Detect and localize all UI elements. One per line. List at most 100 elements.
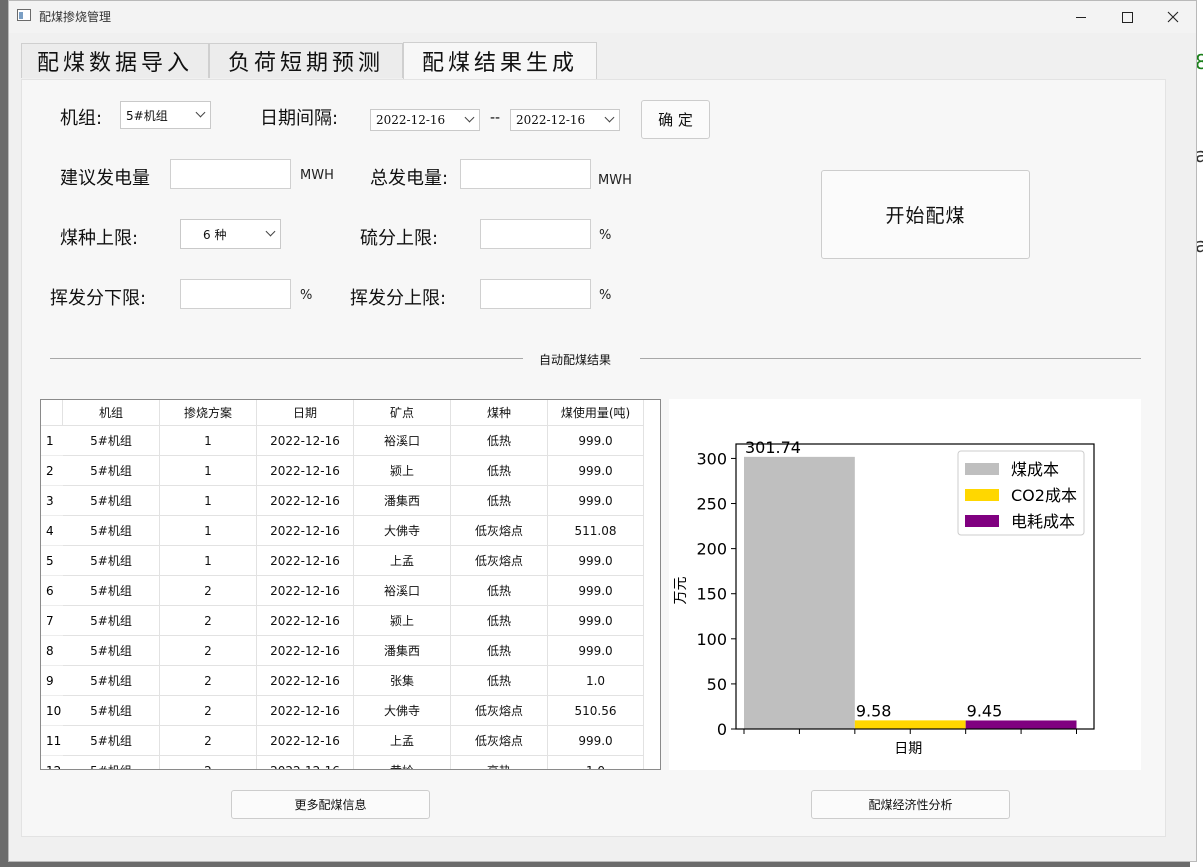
- table-cell[interactable]: 2: [160, 636, 257, 666]
- table-cell[interactable]: 2022-12-16: [257, 696, 354, 726]
- row-number[interactable]: 5: [41, 546, 63, 576]
- table-cell[interactable]: 999.0: [548, 576, 644, 606]
- table-cell[interactable]: 低热: [451, 666, 548, 696]
- minimize-button[interactable]: [1058, 1, 1104, 33]
- row-number[interactable]: 2: [41, 456, 63, 486]
- table-cell[interactable]: 1: [160, 426, 257, 456]
- suggest-power-input[interactable]: [170, 159, 291, 189]
- row-number[interactable]: 6: [41, 576, 63, 606]
- table-cell[interactable]: 1: [160, 546, 257, 576]
- table-cell[interactable]: 高热: [451, 756, 548, 769]
- table-cell[interactable]: 2022-12-16: [257, 576, 354, 606]
- coal-types-select[interactable]: 6 种: [180, 219, 281, 249]
- row-number[interactable]: 11: [41, 726, 63, 756]
- table-cell[interactable]: 上孟: [354, 546, 451, 576]
- table-cell[interactable]: 2022-12-16: [257, 756, 354, 769]
- row-number[interactable]: 8: [41, 636, 63, 666]
- table-cell[interactable]: 2: [160, 726, 257, 756]
- table-cell[interactable]: 5#机组: [63, 666, 160, 696]
- tab-blend-result[interactable]: 配煤结果生成: [403, 42, 597, 79]
- tab-load-forecast[interactable]: 负荷短期预测: [209, 43, 403, 78]
- row-number[interactable]: 4: [41, 516, 63, 546]
- more-info-button[interactable]: 更多配煤信息: [231, 790, 430, 819]
- maximize-button[interactable]: [1104, 1, 1150, 33]
- table-cell[interactable]: 黄岭: [354, 756, 451, 769]
- title-bar[interactable]: 配煤掺烧管理: [9, 1, 1196, 33]
- table-cell[interactable]: 5#机组: [63, 516, 160, 546]
- table-cell[interactable]: 2022-12-16: [257, 486, 354, 516]
- table-cell[interactable]: 低灰熔点: [451, 516, 548, 546]
- table-cell[interactable]: 2022-12-16: [257, 666, 354, 696]
- table-cell[interactable]: 5#机组: [63, 486, 160, 516]
- table-cell[interactable]: 2022-12-16: [257, 456, 354, 486]
- table-cell[interactable]: 颍上: [354, 606, 451, 636]
- table-cell[interactable]: 2022-12-16: [257, 426, 354, 456]
- table-cell[interactable]: 2022-12-16: [257, 606, 354, 636]
- table-cell[interactable]: 潘集西: [354, 486, 451, 516]
- table-cell[interactable]: 上孟: [354, 726, 451, 756]
- date-to-picker[interactable]: 2022-12-16: [510, 109, 620, 131]
- table-cell[interactable]: 2022-12-16: [257, 726, 354, 756]
- column-header[interactable]: 煤使用量(吨): [548, 400, 644, 426]
- table-cell[interactable]: 1.0: [548, 666, 644, 696]
- economic-analysis-button[interactable]: 配煤经济性分析: [811, 790, 1010, 819]
- table-cell[interactable]: 1: [160, 456, 257, 486]
- row-number[interactable]: 10: [41, 696, 63, 726]
- table-cell[interactable]: 大佛寺: [354, 516, 451, 546]
- column-header[interactable]: 机组: [63, 400, 160, 426]
- table-cell[interactable]: 999.0: [548, 726, 644, 756]
- table-cell[interactable]: 5#机组: [63, 696, 160, 726]
- start-blending-button[interactable]: 开始配煤: [821, 170, 1030, 259]
- row-number[interactable]: 7: [41, 606, 63, 636]
- column-header[interactable]: 煤种: [451, 400, 548, 426]
- date-from-picker[interactable]: 2022-12-16: [370, 109, 480, 131]
- unit-select[interactable]: 5#机组: [120, 101, 211, 129]
- table-cell[interactable]: 2022-12-16: [257, 546, 354, 576]
- table-cell[interactable]: 潘集西: [354, 636, 451, 666]
- confirm-button[interactable]: 确 定: [641, 100, 710, 139]
- table-cell[interactable]: 2: [160, 666, 257, 696]
- table-cell[interactable]: 2: [160, 756, 257, 769]
- table-cell[interactable]: 5#机组: [63, 726, 160, 756]
- table-cell[interactable]: 2: [160, 606, 257, 636]
- volatile-high-input[interactable]: [480, 279, 591, 309]
- table-cell[interactable]: 低热: [451, 576, 548, 606]
- table-cell[interactable]: 低热: [451, 426, 548, 456]
- table-cell[interactable]: 裕溪口: [354, 576, 451, 606]
- table-cell[interactable]: 低热: [451, 456, 548, 486]
- table-cell[interactable]: 999.0: [548, 606, 644, 636]
- table-cell[interactable]: 511.08: [548, 516, 644, 546]
- table-cell[interactable]: 张集: [354, 666, 451, 696]
- table-cell[interactable]: 5#机组: [63, 756, 160, 769]
- table-cell[interactable]: 1.0: [548, 756, 644, 769]
- table-cell[interactable]: 低灰熔点: [451, 726, 548, 756]
- table-cell[interactable]: 999.0: [548, 486, 644, 516]
- table-cell[interactable]: 5#机组: [63, 456, 160, 486]
- table-cell[interactable]: 999.0: [548, 456, 644, 486]
- table-cell[interactable]: 2: [160, 576, 257, 606]
- total-power-input[interactable]: [460, 159, 591, 189]
- volatile-low-input[interactable]: [180, 279, 291, 309]
- table-cell[interactable]: 低灰熔点: [451, 696, 548, 726]
- table-cell[interactable]: 510.56: [548, 696, 644, 726]
- table-cell[interactable]: 大佛寺: [354, 696, 451, 726]
- table-cell[interactable]: 低灰熔点: [451, 546, 548, 576]
- table-cell[interactable]: 2022-12-16: [257, 636, 354, 666]
- table-cell[interactable]: 2022-12-16: [257, 516, 354, 546]
- table-cell[interactable]: 颍上: [354, 456, 451, 486]
- table-cell[interactable]: 1: [160, 486, 257, 516]
- column-header[interactable]: 掺烧方案: [160, 400, 257, 426]
- tab-data-import[interactable]: 配煤数据导入: [21, 43, 209, 78]
- table-cell[interactable]: 999.0: [548, 546, 644, 576]
- column-header[interactable]: 日期: [257, 400, 354, 426]
- table-cell[interactable]: 5#机组: [63, 426, 160, 456]
- table-cell[interactable]: 低热: [451, 606, 548, 636]
- result-table[interactable]: 机组 掺烧方案 日期 矿点 煤种 煤使用量(吨) 1 5#机组 1 2022-12-16 裕溪口低…: [40, 399, 661, 770]
- table-cell[interactable]: 5#机组: [63, 546, 160, 576]
- sulfur-limit-input[interactable]: [480, 219, 591, 249]
- table-cell[interactable]: 1: [160, 516, 257, 546]
- table-cell[interactable]: 5#机组: [63, 576, 160, 606]
- table-cell[interactable]: 2: [160, 696, 257, 726]
- table-cell[interactable]: 999.0: [548, 636, 644, 666]
- row-number[interactable]: 1: [41, 426, 63, 456]
